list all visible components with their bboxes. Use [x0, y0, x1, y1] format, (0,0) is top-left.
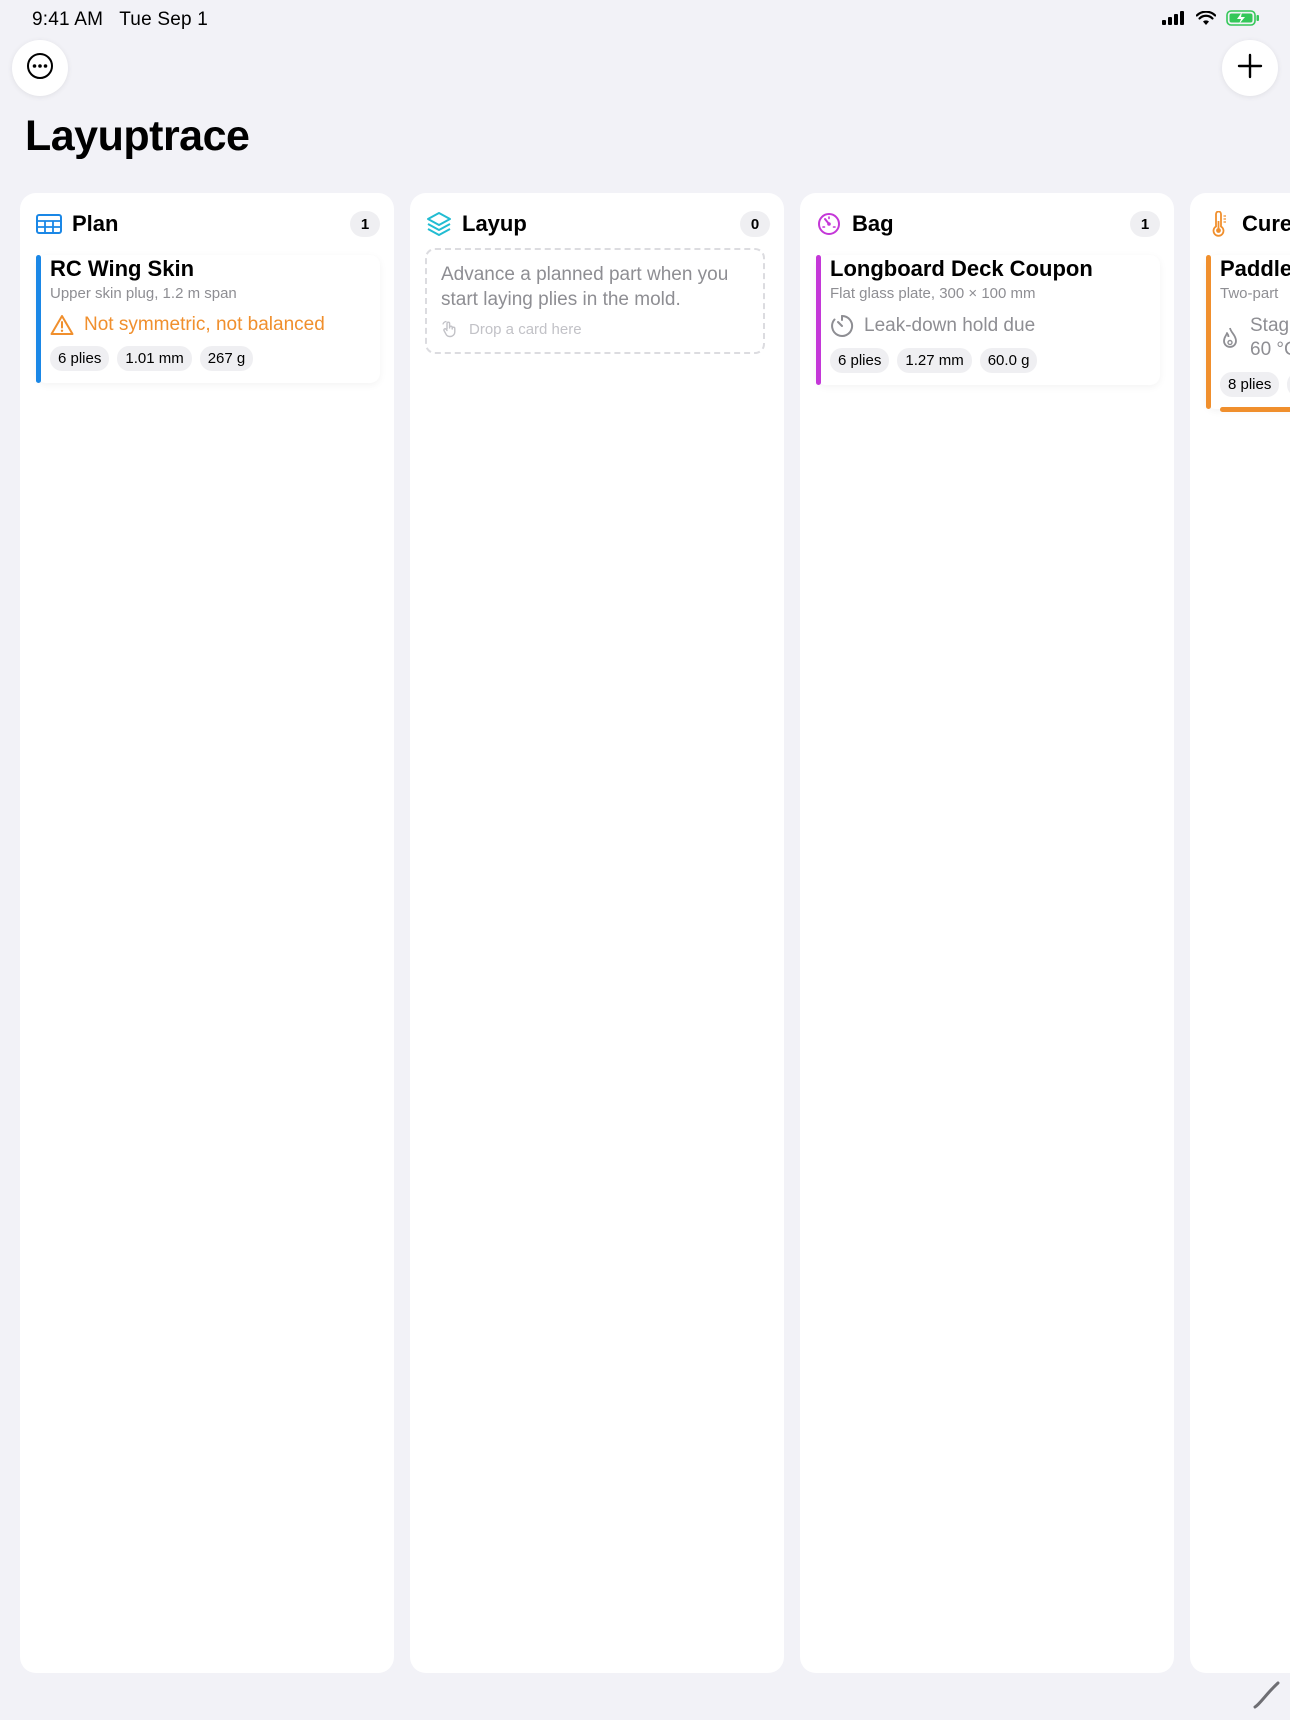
column-layup: Layup 0 Advance a planned part when you … [410, 193, 784, 1673]
ply-count-tag: 8 plies [1220, 372, 1280, 397]
table-icon [36, 211, 62, 237]
card-status-text: Leak-down hold due [864, 315, 1036, 336]
column-cure: Cure Paddle Two-part Stag 60 °C 8 plies [1190, 193, 1290, 1673]
thermometer-icon [1206, 211, 1232, 237]
card-subtitle: Two-part [1220, 285, 1279, 302]
ply-count-tag: 6 plies [50, 346, 110, 371]
card-status-stage: Stag [1250, 315, 1290, 336]
card-title: RC Wing Skin [50, 256, 195, 281]
weight-tag: 60.0 g [979, 348, 1038, 373]
page-title: Layuptrace [25, 112, 250, 160]
part-card[interactable]: Paddle Two-part Stag 60 °C 8 plies [1206, 255, 1290, 412]
flame-icon [1220, 326, 1240, 350]
timer-icon [830, 314, 854, 338]
column-title: Bag [852, 211, 894, 236]
column-count-badge: 1 [350, 211, 380, 237]
cellular-signal-icon [1162, 11, 1186, 30]
layers-icon [426, 211, 452, 237]
card-title: Paddle [1220, 256, 1290, 281]
card-status: Not symmetric, not balanced [50, 314, 380, 336]
card-status-temperature: 60 °C [1250, 339, 1290, 360]
status-time: 9:41 AM Tue Sep 1 [32, 9, 208, 30]
column-count-badge: 0 [740, 211, 770, 237]
card-tags: 6 plies 1.27 mm 60.0 g [830, 348, 1160, 373]
stage-color-bar [1206, 255, 1211, 409]
weight-tag: 267 g [199, 346, 254, 371]
card-subtitle: Upper skin plug, 1.2 m span [50, 285, 237, 302]
ply-count-tag: 6 plies [830, 348, 890, 373]
hand-drag-icon [441, 320, 459, 338]
thickness-tag: 1.01 mm [117, 346, 192, 371]
warning-triangle-icon [50, 314, 74, 336]
card-status: Leak-down hold due [830, 314, 1160, 338]
card-title: Longboard Deck Coupon [830, 256, 1093, 281]
drop-hint-text: Drop a card here [469, 320, 582, 338]
column-title: Cure [1242, 211, 1290, 236]
wifi-icon [1195, 10, 1217, 31]
thickness-tag: 1.27 mm [897, 348, 972, 373]
card-tags: 6 plies 1.01 mm 267 g [50, 346, 380, 371]
more-options-button[interactable] [12, 40, 68, 96]
ellipsis-circle-icon [26, 52, 54, 85]
stage-color-bar [36, 255, 41, 383]
plus-icon [1237, 53, 1263, 84]
part-card[interactable]: Longboard Deck Coupon Flat glass plate, … [816, 255, 1160, 385]
add-part-button[interactable] [1222, 40, 1278, 96]
battery-charging-icon [1226, 10, 1260, 31]
column-title: Layup [462, 211, 527, 236]
part-card[interactable]: RC Wing Skin Upper skin plug, 1.2 m span… [36, 255, 380, 383]
stage-color-bar [816, 255, 821, 385]
column-title: Plan [72, 211, 119, 236]
card-status-text: Not symmetric, not balanced [84, 314, 325, 335]
drop-hint: Drop a card here [441, 320, 749, 338]
gauge-icon [816, 211, 842, 237]
cure-progress-bar [1220, 407, 1290, 412]
card-status: Stag 60 °C [1220, 314, 1290, 362]
column-plan: Plan 1 RC Wing Skin Upper skin plug, 1.2… [20, 193, 394, 1673]
column-header: Cure [1206, 207, 1290, 241]
column-header: Layup 0 [426, 207, 770, 241]
column-bag: Bag 1 Longboard Deck Coupon Flat glass p… [800, 193, 1174, 1673]
card-subtitle: Flat glass plate, 300 × 100 mm [830, 285, 1036, 302]
drop-zone[interactable]: Advance a planned part when you start la… [425, 248, 765, 354]
status-indicators [1162, 10, 1260, 31]
status-bar: 9:41 AM Tue Sep 1 [0, 0, 1290, 40]
column-header: Plan 1 [36, 207, 380, 241]
empty-column-hint: Advance a planned part when you start la… [441, 264, 729, 310]
column-header: Bag 1 [816, 207, 1160, 241]
column-count-badge: 1 [1130, 211, 1160, 237]
card-tags: 8 plies [1220, 372, 1290, 397]
pencil-scribble-icon [1252, 1680, 1282, 1715]
